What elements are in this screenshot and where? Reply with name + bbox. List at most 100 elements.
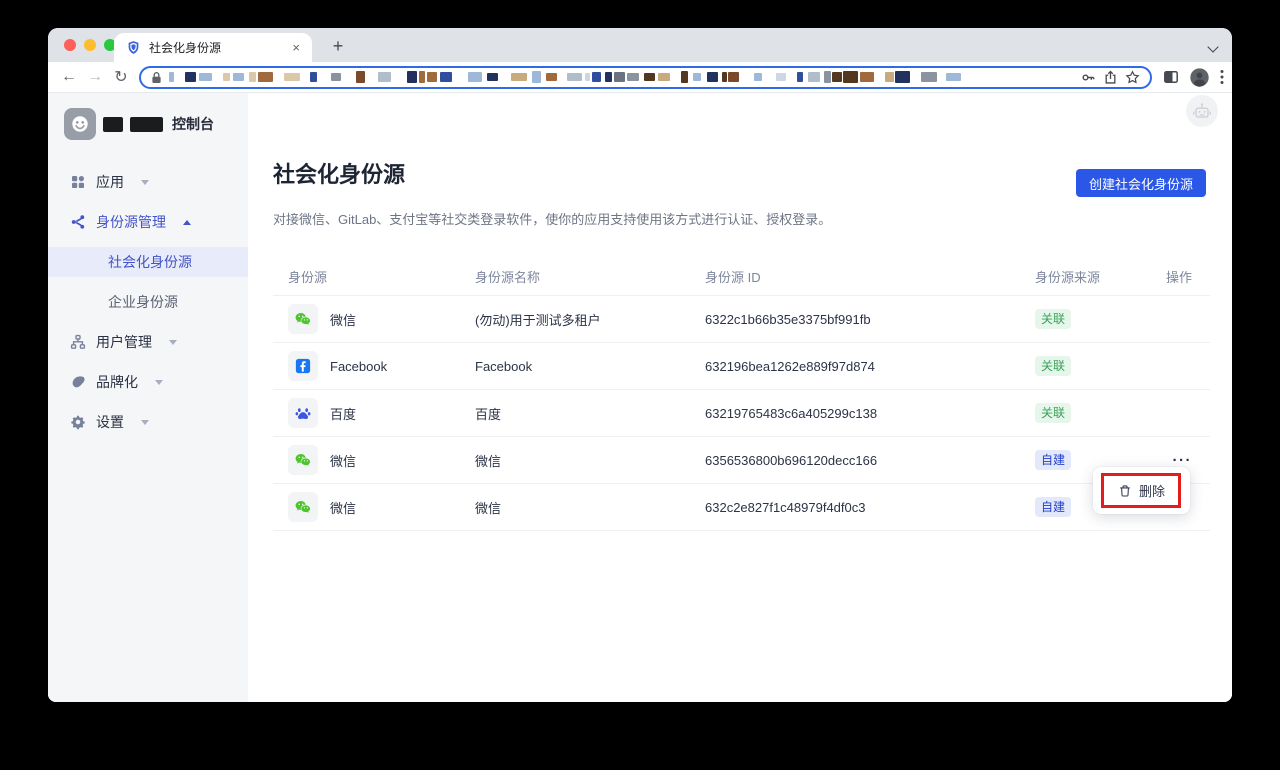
redacted-brand-block — [103, 117, 123, 132]
row-context-menu: 删除 — [1093, 467, 1190, 514]
idp-name: 微信 — [460, 451, 690, 470]
table-body: 微信 (勿动)用于测试多租户 6322c1b66b35e3375bf991fb … — [273, 296, 1210, 531]
tab-strip: 社会化身份源 × + — [48, 28, 1232, 62]
source-badge: 关联 — [1035, 356, 1071, 376]
idp-id: 632196bea1262e889f97d874 — [690, 359, 1020, 374]
source-badge: 关联 — [1035, 309, 1071, 329]
sidebar-item-label: 应用 — [96, 172, 124, 192]
page-title: 社会化身份源 — [273, 157, 405, 189]
org-icon — [70, 334, 86, 350]
idp-name: 百度 — [460, 404, 690, 423]
sidebar-item-label: 品牌化 — [96, 372, 138, 392]
table-row[interactable]: 百度 百度 63219765483c6a405299c138 关联 — [273, 390, 1210, 437]
wechat-icon — [294, 310, 312, 328]
redacted-brand-block — [130, 117, 163, 132]
sidebar-item-label: 设置 — [96, 412, 124, 432]
page-description: 对接微信、GitLab、支付宝等社交类登录软件，使你的应用支持使用该方式进行认证… — [248, 197, 1232, 228]
sidebar-item-branding[interactable]: 品牌化 — [48, 367, 248, 397]
annotation-highlight-box — [1101, 473, 1181, 508]
header-provider: 身份源 — [273, 267, 460, 286]
forward-button[interactable]: → — [82, 68, 108, 86]
idp-name: 微信 — [460, 498, 690, 517]
browser-tab[interactable]: 社会化身份源 × — [114, 33, 312, 62]
provider-label: 微信 — [330, 310, 356, 329]
row-actions-menu-button[interactable]: ··· — [1173, 452, 1193, 469]
bookmark-star-icon[interactable] — [1125, 70, 1140, 85]
table-header: 身份源 身份源名称 身份源 ID 身份源来源 操作 — [273, 258, 1210, 296]
console-logo[interactable]: 控制台 — [48, 107, 248, 141]
caret-down-icon — [141, 180, 149, 185]
share-icon[interactable] — [1103, 70, 1118, 85]
header-id: 身份源 ID — [690, 267, 1020, 286]
provider-label: 百度 — [330, 404, 356, 423]
logo-face-icon — [64, 108, 96, 140]
idp-table: 身份源 身份源名称 身份源 ID 身份源来源 操作 微 — [273, 258, 1210, 531]
table-row[interactable]: 微信 微信 632c2e827f1c48979f4df0c3 自建 — [273, 484, 1210, 531]
provider-icon-box — [288, 445, 318, 475]
provider-icon-box — [288, 398, 318, 428]
shield-favicon-icon — [126, 40, 141, 55]
sidebar-item-label: 用户管理 — [96, 332, 152, 352]
profile-avatar-icon[interactable] — [1189, 67, 1210, 88]
console-label: 控制台 — [172, 114, 214, 134]
password-key-icon[interactable] — [1081, 70, 1096, 85]
provider-icon-box — [288, 304, 318, 334]
provider-icon-box — [288, 351, 318, 381]
sidebar: 控制台 应用身份源管理社会化身份源企业身份源用户管理品牌化设置 — [48, 93, 248, 702]
address-bar[interactable] — [139, 66, 1152, 89]
caret-up-icon — [183, 220, 191, 225]
sidebar-item-label: 身份源管理 — [96, 212, 166, 232]
sidebar-item-identity-source-management[interactable]: 身份源管理 — [48, 207, 248, 237]
back-button[interactable]: ← — [56, 68, 82, 86]
header-source: 身份源来源 — [1020, 267, 1145, 286]
sidebar-menu: 应用身份源管理社会化身份源企业身份源用户管理品牌化设置 — [48, 167, 248, 437]
wechat-icon — [294, 451, 312, 469]
share-icon — [70, 214, 86, 230]
toolbar-right — [1163, 67, 1224, 88]
close-window-button[interactable] — [64, 39, 76, 51]
browser-toolbar: ← → ↻ — [48, 62, 1232, 93]
facebook-icon — [294, 357, 312, 375]
source-badge: 自建 — [1035, 450, 1071, 470]
chevron-down-icon[interactable] — [1208, 42, 1218, 52]
minimize-window-button[interactable] — [84, 39, 96, 51]
tab-title: 社会化身份源 — [149, 39, 282, 56]
main-content: 社会化身份源 创建社会化身份源 对接微信、GitLab、支付宝等社交类登录软件，… — [248, 93, 1232, 702]
side-panel-icon[interactable] — [1163, 69, 1179, 85]
sidebar-item-apps[interactable]: 应用 — [48, 167, 248, 197]
idp-name: Facebook — [460, 359, 690, 374]
header-name: 身份源名称 — [460, 267, 690, 286]
new-tab-button[interactable]: + — [326, 34, 350, 58]
create-social-idp-button[interactable]: 创建社会化身份源 — [1076, 169, 1206, 197]
sidebar-item-user-management[interactable]: 用户管理 — [48, 327, 248, 357]
browser-window: 社会化身份源 × + ← → ↻ — [48, 28, 1232, 702]
baidu-icon — [294, 404, 312, 422]
caret-down-icon — [155, 380, 163, 385]
idp-name: (勿动)用于测试多租户 — [460, 310, 690, 329]
provider-icon-box — [288, 492, 318, 522]
tab-close-icon[interactable]: × — [290, 39, 302, 56]
gear-icon — [70, 414, 86, 430]
brand-icon — [70, 374, 86, 390]
wechat-icon — [294, 498, 312, 516]
idp-id: 632c2e827f1c48979f4df0c3 — [690, 500, 1020, 515]
sidebar-item-enterprise-identity-sources[interactable]: 企业身份源 — [48, 287, 248, 317]
url-redacted-text — [169, 71, 1074, 84]
reload-button[interactable]: ↻ — [108, 67, 134, 87]
table-row[interactable]: 微信 (勿动)用于测试多租户 6322c1b66b35e3375bf991fb … — [273, 296, 1210, 343]
browser-menu-icon[interactable] — [1220, 69, 1224, 85]
header-actions: 操作 — [1145, 267, 1210, 286]
lock-icon[interactable] — [151, 71, 162, 84]
sidebar-item-social-identity-sources[interactable]: 社会化身份源 — [48, 247, 248, 277]
provider-label: 微信 — [330, 451, 356, 470]
user-robot-avatar[interactable] — [1186, 95, 1218, 127]
idp-id: 6356536800b696120decc166 — [690, 453, 1020, 468]
idp-id: 6322c1b66b35e3375bf991fb — [690, 312, 1020, 327]
source-badge: 自建 — [1035, 497, 1071, 517]
idp-id: 63219765483c6a405299c138 — [690, 406, 1020, 421]
table-row[interactable]: Facebook Facebook 632196bea1262e889f97d8… — [273, 343, 1210, 390]
source-badge: 关联 — [1035, 403, 1071, 423]
sidebar-item-settings[interactable]: 设置 — [48, 407, 248, 437]
window-controls — [64, 39, 116, 51]
table-row[interactable]: 微信 微信 6356536800b696120decc166 自建 ··· — [273, 437, 1210, 484]
